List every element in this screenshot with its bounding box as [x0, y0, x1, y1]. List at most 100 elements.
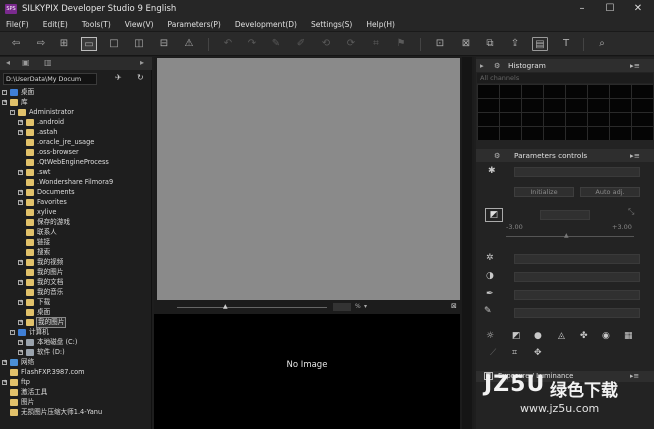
tree-item[interactable]: + Favorites	[0, 198, 150, 207]
warning-icon[interactable]: ⚠	[181, 37, 197, 51]
tree-item[interactable]: 链接	[0, 238, 150, 247]
menu-file[interactable]: File(F)	[6, 20, 29, 29]
tree-item[interactable]: 保存的游戏	[0, 218, 150, 227]
zoom-value[interactable]	[333, 303, 351, 311]
contrast-icon[interactable]: ◑	[486, 271, 494, 281]
exposure-bias-icon[interactable]: ◩	[485, 208, 503, 222]
tree-item[interactable]: 激活工具	[0, 388, 150, 397]
tree-item[interactable]: 桌面	[0, 308, 150, 317]
tree-item[interactable]: 联系人	[0, 228, 150, 237]
expand-icon[interactable]: +	[18, 340, 23, 345]
copy-params-icon[interactable]: ✎	[268, 37, 284, 51]
collapse-icon[interactable]: -	[2, 90, 7, 95]
histogram-menu-icon[interactable]: ▸≡	[630, 59, 640, 72]
tree-item[interactable]: - 计算机	[0, 328, 150, 337]
maximize-icon[interactable]: ☐	[596, 0, 624, 18]
bookmark-tab-icon[interactable]: ▥	[44, 58, 52, 67]
tree-item[interactable]: 我的音乐	[0, 288, 150, 297]
tool-color-icon[interactable]: ●	[534, 331, 542, 341]
zoom-icon[interactable]: ⌕	[594, 37, 610, 51]
tree-item[interactable]: + 我的文档	[0, 278, 150, 287]
collapse-icon[interactable]: -	[10, 330, 15, 335]
expand-icon[interactable]: +	[18, 200, 23, 205]
color-select[interactable]	[514, 290, 640, 300]
thumbnail-area[interactable]: No Image	[154, 314, 460, 429]
grid-view-icon[interactable]: ⊞	[56, 37, 72, 51]
taste-select[interactable]	[514, 167, 640, 177]
tool-exposure-icon[interactable]: ◩	[512, 331, 521, 341]
tree-item[interactable]: FlashFXP.3987.com	[0, 368, 150, 377]
vertical-scrollbar[interactable]	[462, 57, 472, 429]
white-balance-select[interactable]	[514, 254, 640, 264]
histogram-channel[interactable]: All channels	[477, 73, 653, 83]
expand-icon[interactable]: +	[2, 380, 7, 385]
collapse-left-icon[interactable]: ◂	[6, 58, 10, 67]
multi-view-icon[interactable]: ⊟	[156, 37, 172, 51]
tool-detail-icon[interactable]: ▦	[624, 331, 633, 341]
tree-item[interactable]: + 网络	[0, 358, 150, 367]
tree-item[interactable]: .oracle_jre_usage	[0, 138, 150, 147]
taste-icon[interactable]: ✱	[488, 166, 496, 176]
tree-item[interactable]: 搜索	[0, 248, 150, 257]
info-icon[interactable]: ▤	[532, 37, 548, 51]
menu-help[interactable]: Help(H)	[366, 20, 395, 29]
refresh-icon[interactable]: ↻	[137, 73, 144, 82]
flag-icon[interactable]: ⚑	[393, 37, 409, 51]
tree-item[interactable]: .oss-browser	[0, 148, 150, 157]
tree-item[interactable]: + 软件 (D:)	[0, 348, 150, 357]
menu-view[interactable]: View(V)	[125, 20, 154, 29]
zoom-slider-thumb[interactable]: ▲	[223, 303, 228, 310]
sharpness-icon[interactable]: ✎	[484, 306, 492, 316]
preview-view-icon[interactable]: □	[106, 37, 122, 51]
folder-tab-icon[interactable]: ▣	[22, 58, 30, 67]
expand-icon[interactable]: +	[18, 130, 23, 135]
params-menu-icon[interactable]: ▸≡	[630, 149, 640, 162]
tree-item[interactable]: .QtWebEngineProcess	[0, 158, 150, 167]
undo-icon[interactable]: ↶	[220, 37, 236, 51]
tree-item[interactable]: + .swt	[0, 168, 150, 177]
crop-icon[interactable]: ⌗	[368, 37, 384, 51]
expand-icon[interactable]: +	[18, 320, 23, 325]
tree-item[interactable]: + 我的图片	[0, 317, 150, 328]
tool-tone-icon[interactable]: ✤	[580, 331, 588, 341]
compare-view-icon[interactable]: ◫	[131, 37, 147, 51]
tree-item[interactable]: + .android	[0, 118, 150, 127]
reset-icon[interactable]: ⤡	[628, 207, 634, 217]
batch-icon[interactable]: ⊠	[458, 37, 474, 51]
tree-item[interactable]: .Wondershare Filmora9	[0, 178, 150, 187]
open-prev-icon[interactable]: ⇦	[8, 37, 24, 51]
contrast-select[interactable]	[514, 272, 640, 282]
path-input[interactable]: D:\UserData\My Docum	[3, 73, 97, 85]
expand-icon[interactable]: +	[18, 280, 23, 285]
tree-item[interactable]: 无损图片压缩大师1.4-Yanu	[0, 408, 150, 417]
initialize-button[interactable]: Initialize	[514, 187, 574, 197]
expand-icon[interactable]: +	[18, 260, 23, 265]
menu-development[interactable]: Development(D)	[235, 20, 297, 29]
tree-item[interactable]: + 下载	[0, 298, 150, 307]
zoom-menu-icon[interactable]: ▾	[364, 303, 367, 310]
tool-spot-icon[interactable]: ✥	[534, 348, 542, 358]
dropper-icon[interactable]: ✒	[486, 289, 494, 299]
menu-tools[interactable]: Tools(T)	[82, 20, 111, 29]
tree-item[interactable]: + .astah	[0, 128, 150, 137]
zoom-slider-track[interactable]	[177, 307, 327, 308]
tree-item[interactable]: 图片	[0, 398, 150, 407]
tree-item[interactable]: + Documents	[0, 188, 150, 197]
sharpness-select[interactable]	[514, 308, 640, 318]
expand-left-icon[interactable]: ▸	[140, 58, 144, 67]
tree-item[interactable]: + 我的视频	[0, 258, 150, 267]
exposure-value[interactable]	[540, 210, 590, 220]
image-preview[interactable]	[157, 58, 460, 300]
tool-brush-icon[interactable]: ⟋	[490, 348, 496, 358]
menu-edit[interactable]: Edit(E)	[43, 20, 68, 29]
text-tool-icon[interactable]: T	[558, 37, 574, 51]
exposure-slider[interactable]	[506, 236, 634, 237]
white-balance-icon[interactable]: ✲	[486, 253, 494, 263]
tree-item[interactable]: 我的图片	[0, 268, 150, 277]
minimize-icon[interactable]: –	[568, 0, 596, 18]
auto-adj-button[interactable]: Auto adj.	[580, 187, 640, 197]
tree-item[interactable]: + 本地磁盘 (C:)	[0, 338, 150, 347]
expand-icon[interactable]: +	[2, 360, 7, 365]
fit-icon[interactable]: ⊠	[451, 302, 457, 310]
tree-item[interactable]: - Administrator	[0, 108, 150, 117]
